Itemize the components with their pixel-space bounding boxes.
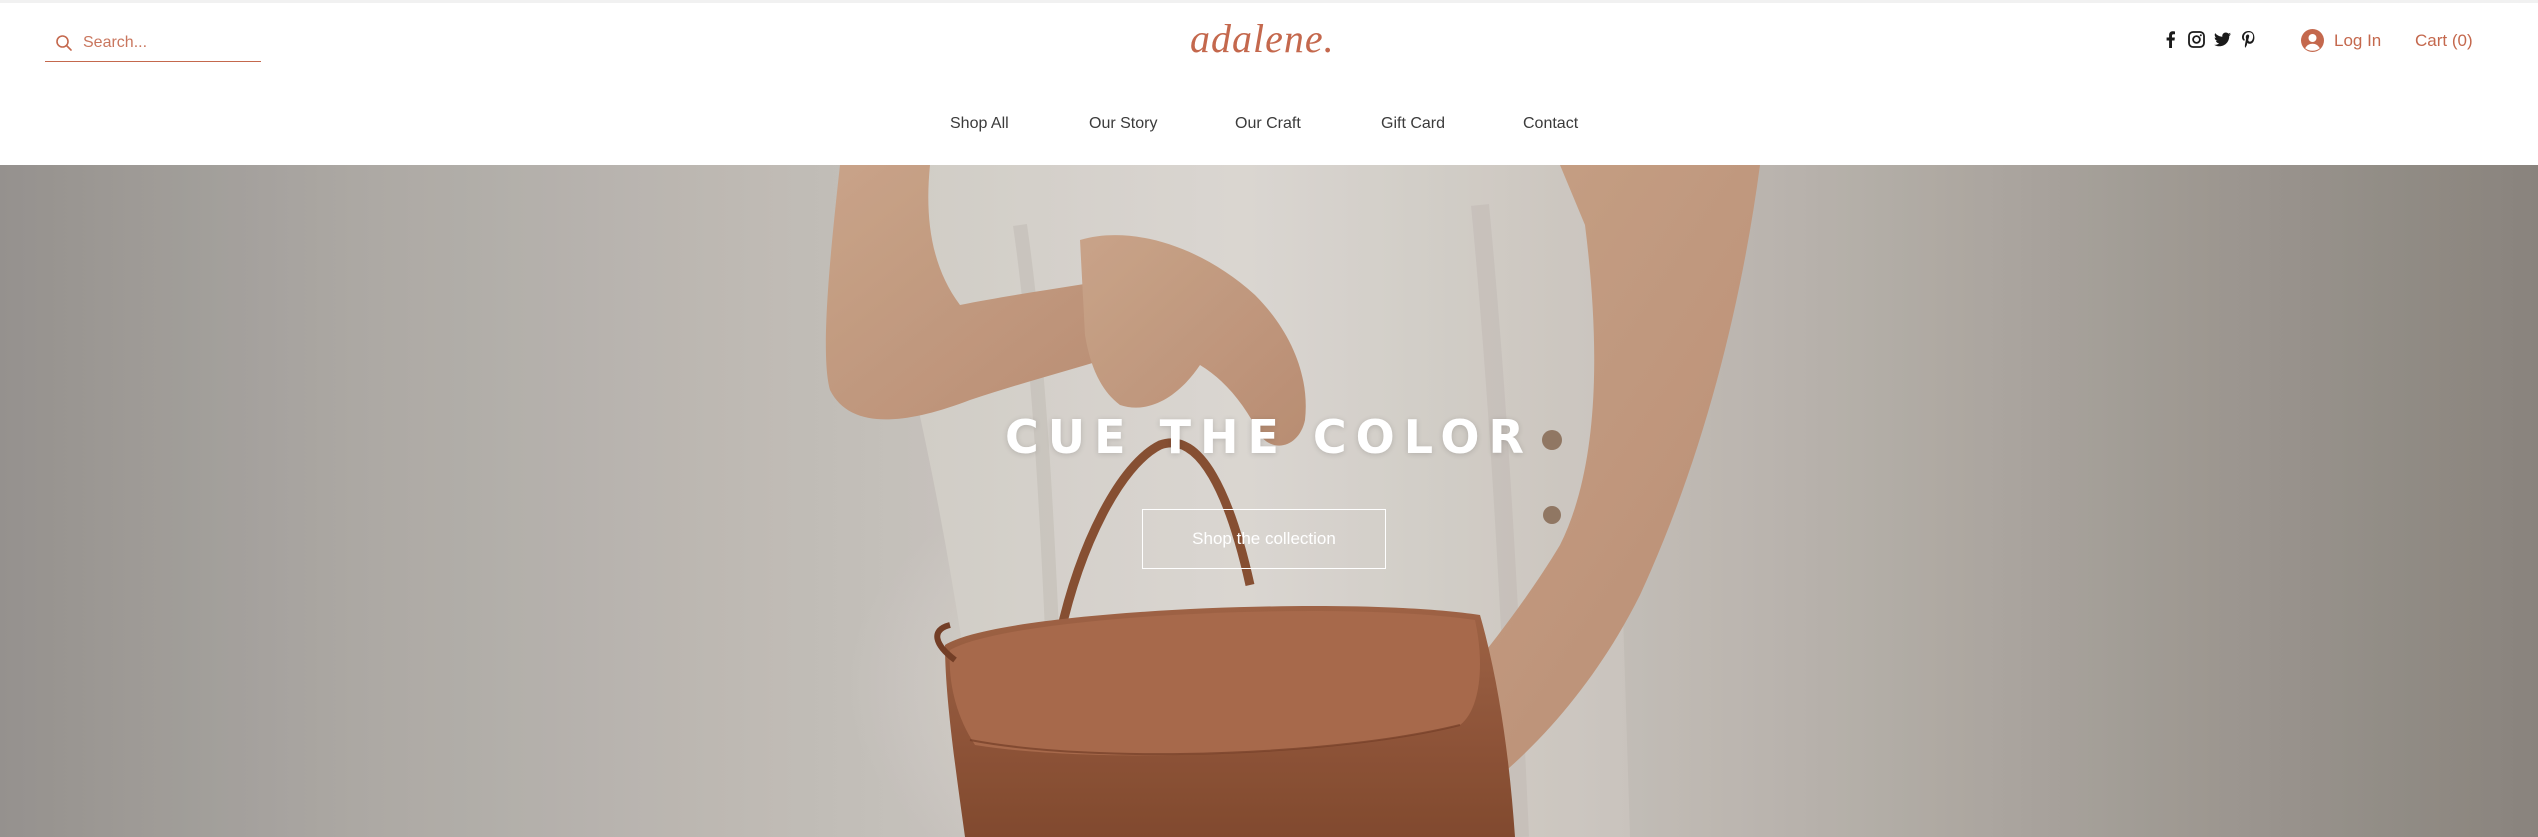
search-bar[interactable] <box>45 25 261 62</box>
pinterest-icon[interactable] <box>2240 31 2257 48</box>
facebook-icon[interactable] <box>2162 31 2179 48</box>
twitter-icon[interactable] <box>2214 31 2231 48</box>
login-label: Log In <box>2334 30 2382 50</box>
nav-item-our-story[interactable]: Our Story <box>1089 115 1157 133</box>
instagram-icon[interactable] <box>2188 31 2205 48</box>
nav-item-contact[interactable]: Contact <box>1523 115 1578 133</box>
social-links <box>2162 31 2257 48</box>
nav-item-shop-all[interactable]: Shop All <box>950 115 1009 133</box>
main-nav: Shop All Our Story Our Craft Gift Card C… <box>0 115 2538 139</box>
nav-item-our-craft[interactable]: Our Craft <box>1235 115 1301 133</box>
shop-collection-button[interactable]: Shop the collection <box>1142 509 1386 569</box>
login-button[interactable]: Log In <box>2301 29 2381 52</box>
hero-image <box>0 165 2538 837</box>
site-header: adalene. Log In Cart (0) Shop All Our St… <box>0 0 2538 165</box>
site-logo[interactable]: adalene. <box>1190 15 1350 62</box>
search-icon[interactable] <box>55 34 73 52</box>
search-input[interactable] <box>83 34 243 52</box>
hero-title: CUE THE COLOR <box>1005 410 1533 464</box>
hero-banner: CUE THE COLOR Shop the collection <box>0 165 2538 837</box>
cart-link[interactable]: Cart (0) <box>2415 31 2473 51</box>
user-avatar-icon <box>2301 29 2324 52</box>
nav-item-gift-card[interactable]: Gift Card <box>1381 115 1445 133</box>
